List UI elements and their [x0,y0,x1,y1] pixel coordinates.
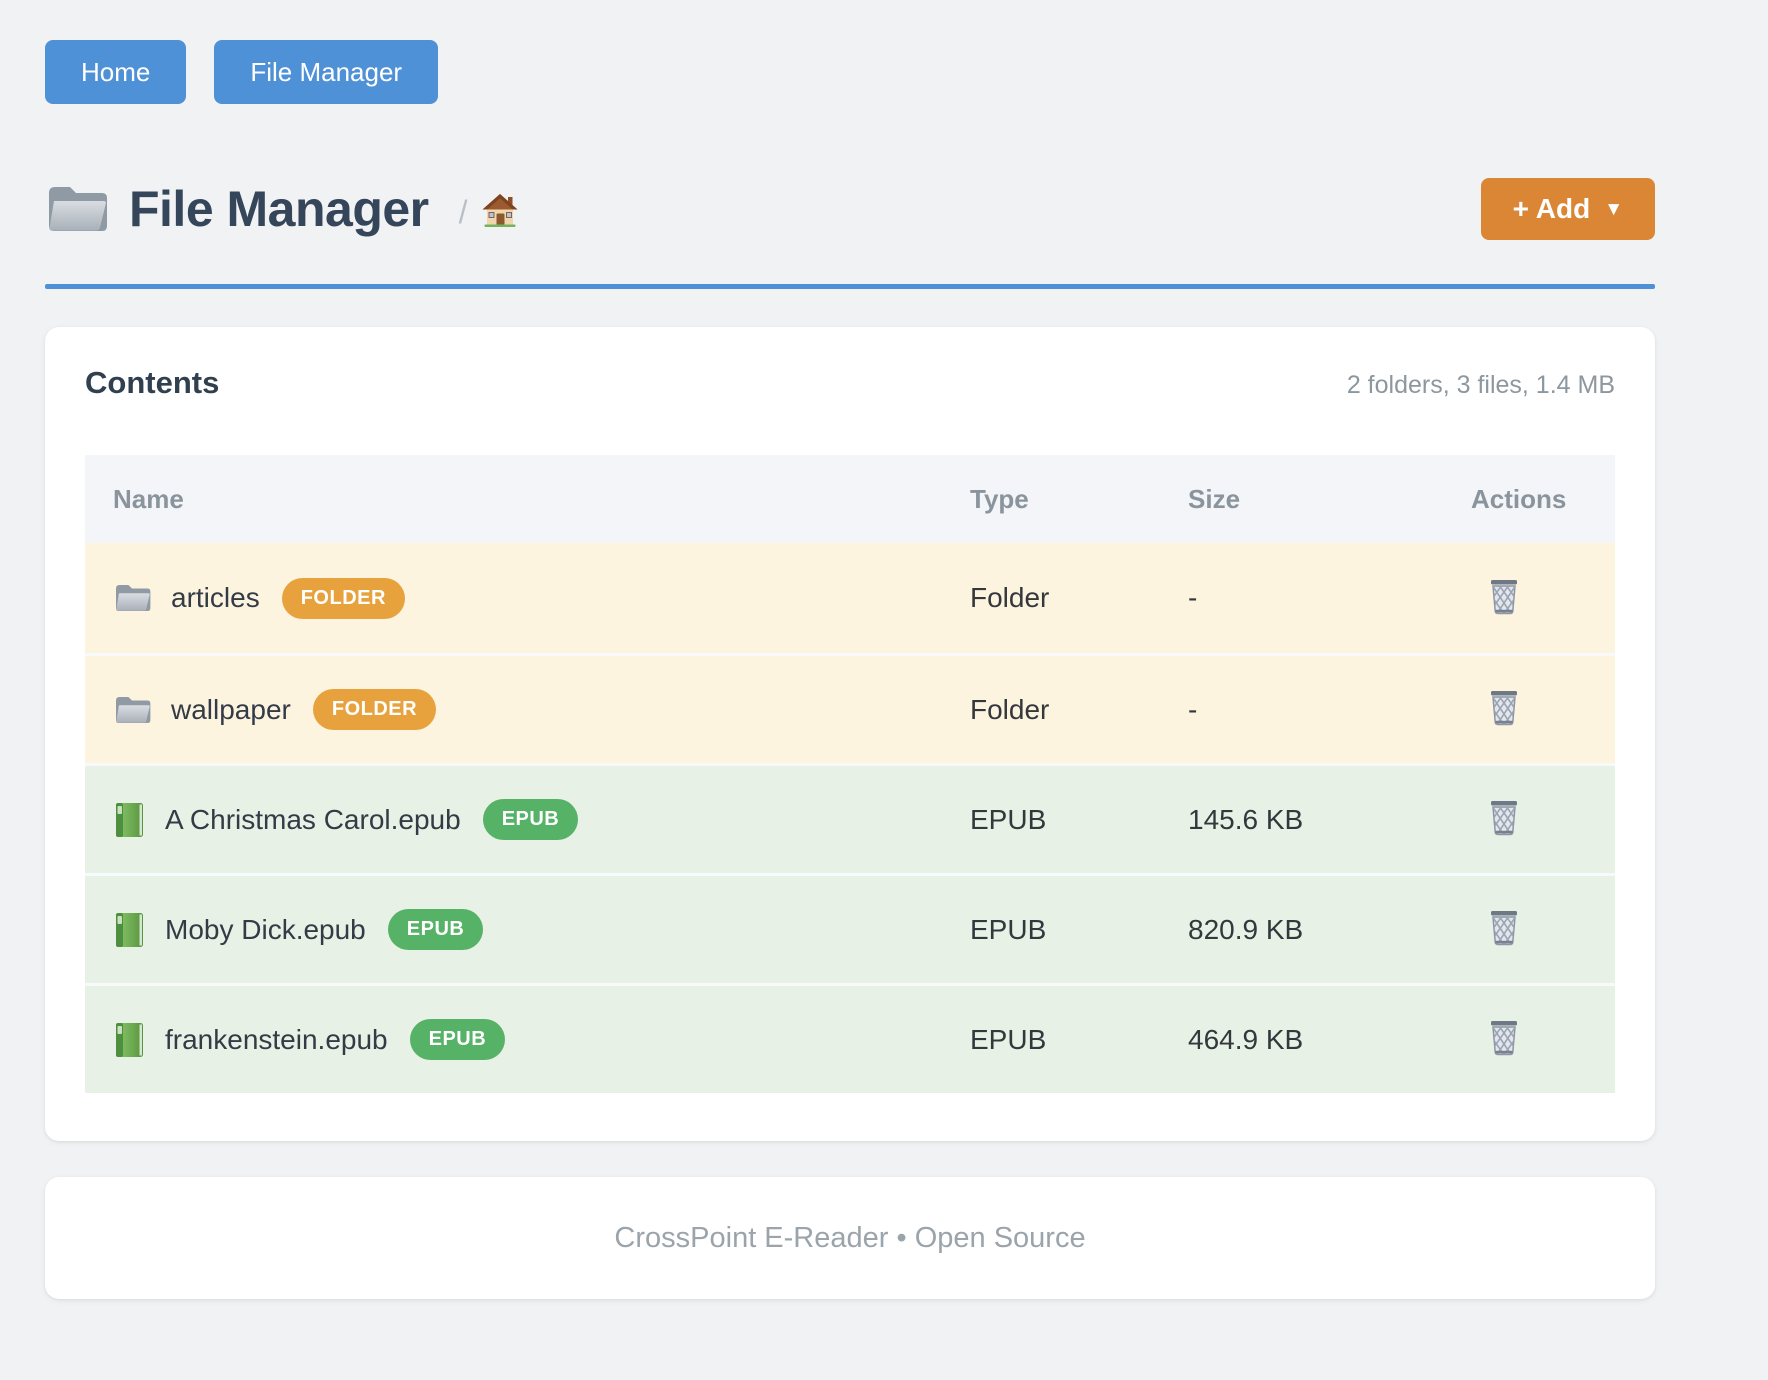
book-icon [113,802,145,838]
folder-icon [113,582,151,614]
breadcrumb-separator: / [459,194,468,231]
name-cell: wallpaper FOLDER [85,689,934,730]
size-cell: - [1152,582,1435,614]
type-badge: FOLDER [282,578,405,619]
file-manager-button[interactable]: File Manager [214,40,438,104]
column-header-size: Size [1152,484,1435,515]
file-name[interactable]: wallpaper [171,694,291,726]
type-cell: EPUB [934,1024,1152,1056]
trash-icon [1487,908,1521,946]
actions-cell [1435,1018,1615,1061]
table-row: Moby Dick.epub EPUB EPUB 820.9 KB [85,873,1615,983]
file-table: Name Type Size Actions articles FOLDER F… [85,455,1615,1093]
type-badge: FOLDER [313,689,436,730]
trash-icon [1487,577,1521,615]
type-badge: EPUB [388,909,484,950]
breadcrumb[interactable] [482,193,518,232]
actions-cell [1435,688,1615,731]
size-cell: - [1152,694,1435,726]
file-name[interactable]: Moby Dick.epub [165,914,366,946]
title-divider [45,284,1655,289]
actions-cell [1435,798,1615,841]
file-name[interactable]: frankenstein.epub [165,1024,388,1056]
delete-button[interactable] [1487,577,1521,615]
chevron-down-icon: ▼ [1604,199,1623,221]
contents-title: Contents [85,365,219,401]
contents-card: Contents 2 folders, 3 files, 1.4 MB Name… [45,327,1655,1141]
footer-text: CrossPoint E-Reader • Open Source [614,1222,1085,1255]
table-row: articles FOLDER Folder - [85,543,1615,653]
add-button[interactable]: + Add ▼ [1481,178,1655,240]
trash-icon [1487,798,1521,836]
add-button-label: + Add [1513,193,1591,225]
column-header-type: Type [934,484,1152,515]
delete-button[interactable] [1487,1018,1521,1056]
delete-button[interactable] [1487,908,1521,946]
column-header-actions: Actions [1435,484,1615,515]
file-name[interactable]: A Christmas Carol.epub [165,804,461,836]
delete-button[interactable] [1487,798,1521,836]
type-cell: EPUB [934,914,1152,946]
table-row: wallpaper FOLDER Folder - [85,653,1615,763]
column-header-name: Name [85,484,934,515]
trash-icon [1487,688,1521,726]
home-button[interactable]: Home [45,40,186,104]
actions-cell [1435,577,1615,620]
type-cell: Folder [934,694,1152,726]
title-row: File Manager / + Add ▼ [45,178,1655,240]
contents-header: Contents 2 folders, 3 files, 1.4 MB [85,365,1615,401]
delete-button[interactable] [1487,688,1521,726]
type-badge: EPUB [410,1019,506,1060]
contents-summary: 2 folders, 3 files, 1.4 MB [1347,371,1615,400]
top-nav: Home File Manager [45,40,1655,104]
table-row: frankenstein.epub EPUB EPUB 464.9 KB [85,983,1615,1093]
size-cell: 820.9 KB [1152,914,1435,946]
name-cell: A Christmas Carol.epub EPUB [85,799,934,840]
title-group: File Manager / [45,180,518,238]
trash-icon [1487,1018,1521,1056]
table-body: articles FOLDER Folder - [85,543,1615,1093]
size-cell: 464.9 KB [1152,1024,1435,1056]
book-icon [113,1022,145,1058]
file-name[interactable]: articles [171,582,260,614]
page-container: Home File Manager File Manager / [45,0,1655,1299]
size-cell: 145.6 KB [1152,804,1435,836]
folder-title-icon [45,182,107,236]
page-title: File Manager [129,180,429,238]
book-icon [113,912,145,948]
name-cell: Moby Dick.epub EPUB [85,909,934,950]
actions-cell [1435,908,1615,951]
type-cell: EPUB [934,804,1152,836]
name-cell: frankenstein.epub EPUB [85,1019,934,1060]
type-cell: Folder [934,582,1152,614]
type-badge: EPUB [483,799,579,840]
name-cell: articles FOLDER [85,578,934,619]
footer-card: CrossPoint E-Reader • Open Source [45,1177,1655,1299]
folder-icon [113,694,151,726]
home-icon [482,193,518,227]
table-row: A Christmas Carol.epub EPUB EPUB 145.6 K… [85,763,1615,873]
table-header-row: Name Type Size Actions [85,455,1615,543]
